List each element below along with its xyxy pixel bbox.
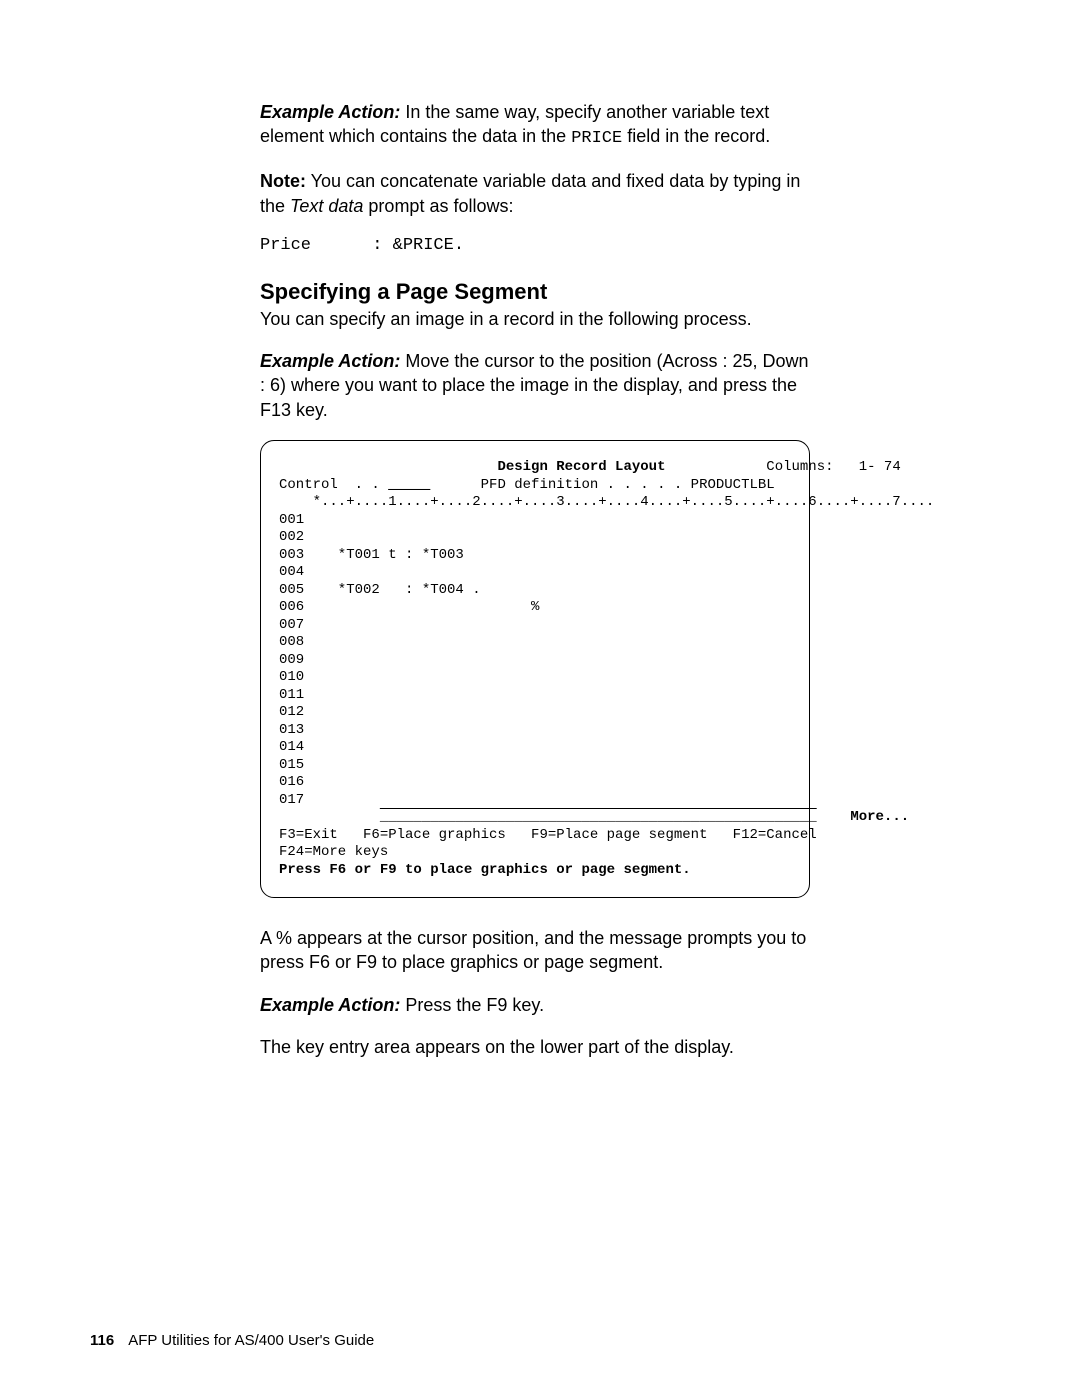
paragraph-note: Note: You can concatenate variable data … bbox=[260, 169, 810, 218]
line: 015 bbox=[279, 757, 304, 773]
divider: ________________________________________… bbox=[380, 809, 817, 825]
text: field in the record. bbox=[622, 126, 770, 146]
label-example-action: Example Action: bbox=[260, 102, 400, 122]
inline-code-price: PRICE bbox=[571, 129, 622, 148]
italic-text-data: Text data bbox=[290, 196, 363, 216]
paragraph-percent: A % appears at the cursor position, and … bbox=[260, 926, 810, 975]
label-example-action: Example Action: bbox=[260, 351, 400, 371]
page-footer: 116 AFP Utilities for AS/400 User's Guide bbox=[90, 1332, 374, 1349]
ruler: *...+....1....+....2....+....3....+....4… bbox=[279, 494, 934, 510]
line: 008 bbox=[279, 634, 304, 650]
line: 005 *T002 : *T004 . bbox=[279, 582, 481, 598]
paragraph-example-action-1: Example Action: In the same way, specify… bbox=[260, 100, 810, 151]
paragraph-example-action-3: Example Action: Press the F9 key. bbox=[260, 993, 810, 1017]
panel-header-line: Design Record Layout Columns: 1- 74 bbox=[279, 459, 901, 475]
line: 012 bbox=[279, 704, 304, 720]
line: 003 *T001 t : *T003 bbox=[279, 547, 464, 563]
paragraph-key-entry: The key entry area appears on the lower … bbox=[260, 1035, 810, 1059]
page: Example Action: In the same way, specify… bbox=[0, 0, 1080, 1397]
line: 004 bbox=[279, 564, 304, 580]
line: 001 bbox=[279, 512, 304, 528]
paragraph-intro: You can specify an image in a record in … bbox=[260, 307, 810, 331]
footer-title: AFP Utilities for AS/400 User's Guide bbox=[128, 1332, 374, 1349]
line: 010 bbox=[279, 669, 304, 685]
text: prompt as follows: bbox=[363, 196, 513, 216]
function-keys-1: F3=Exit F6=Place graphics F9=Place page … bbox=[279, 827, 817, 843]
control-input[interactable]: _____ bbox=[388, 477, 430, 493]
line: 011 bbox=[279, 687, 304, 703]
panel-message: Press F6 or F9 to place graphics or page… bbox=[279, 862, 691, 878]
page-number: 116 bbox=[90, 1332, 114, 1349]
code-block-price: Price : &PRICE. bbox=[260, 236, 810, 255]
paragraph-example-action-2: Example Action: Move the cursor to the p… bbox=[260, 349, 810, 422]
line: 017 bbox=[279, 792, 304, 808]
line: 014 bbox=[279, 739, 304, 755]
label-note: Note: bbox=[260, 171, 306, 191]
terminal-panel: Design Record Layout Columns: 1- 74 Cont… bbox=[260, 440, 810, 898]
panel-title: Design Record Layout bbox=[497, 459, 665, 475]
function-keys-2: F24=More keys bbox=[279, 844, 388, 860]
label-example-action: Example Action: bbox=[260, 995, 400, 1015]
panel-control-line: Control . . _____ PFD definition . . . .… bbox=[279, 477, 775, 493]
line: 013 bbox=[279, 722, 304, 738]
section-heading: Specifying a Page Segment bbox=[260, 279, 810, 305]
line: 016 bbox=[279, 774, 304, 790]
more-indicator: More... bbox=[850, 809, 909, 825]
panel-columns: Columns: 1- 74 bbox=[766, 459, 900, 475]
line: 002 bbox=[279, 529, 304, 545]
line: 007 bbox=[279, 617, 304, 633]
line: 006 % bbox=[279, 599, 539, 615]
more-line: ________________________________________… bbox=[279, 809, 909, 825]
text: Press the F9 key. bbox=[400, 995, 544, 1015]
line: 009 bbox=[279, 652, 304, 668]
